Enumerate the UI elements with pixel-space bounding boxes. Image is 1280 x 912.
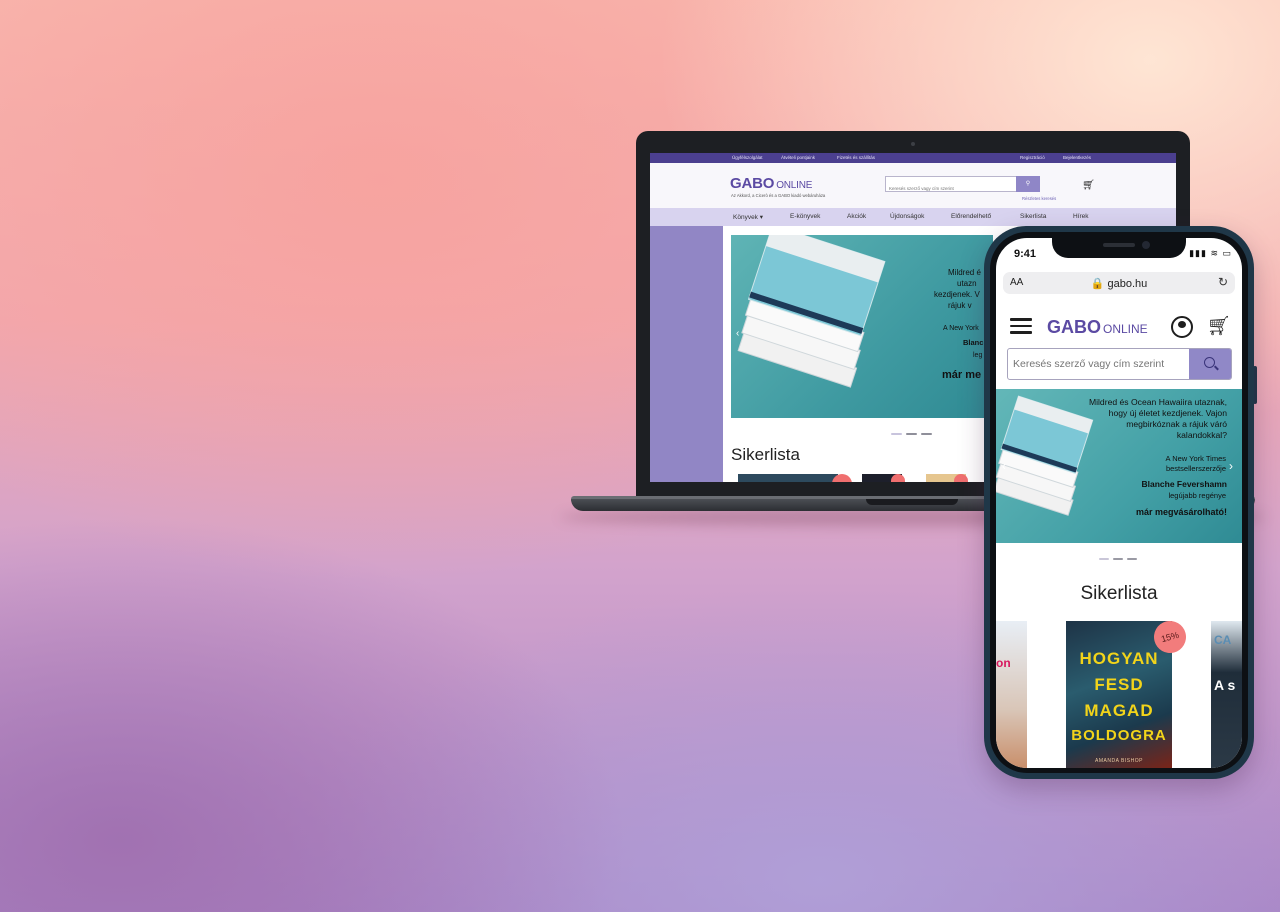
laptop-nav: Könyvek ▾ E-könyvek Akciók Újdonságok El… [650,208,1176,226]
status-time: 9:41 [1014,248,1037,260]
laptop-trackpad-notch [866,499,958,505]
banner-text: legújabb regénye [1168,491,1226,500]
reload-icon[interactable]: ↻ [1218,275,1228,289]
carousel-prev-arrow[interactable]: ‹ [1002,459,1006,473]
nav-item-sales[interactable]: Akciók [847,213,866,220]
phone-section-title: Sikerlista [1080,583,1158,604]
banner-author: Blanche Fevershamn [1141,479,1227,489]
phone-notch [1052,236,1186,258]
book-author: AMANDA BISHOP [1095,758,1143,764]
phone-camera [1142,241,1150,249]
phone-search-box [1007,348,1232,380]
topbar-link-payment-shipping[interactable]: Fizetés és szállítás [837,155,875,160]
laptop-carousel-dots[interactable] [891,422,936,440]
phone-logo[interactable]: GABO ONLINE [1047,317,1148,338]
nav-item-bestsellers[interactable]: Sikerlista [1020,213,1046,220]
banner-text: hogy új életet kezdjenek. Vajon [1108,408,1227,418]
carousel-next-arrow[interactable]: › [1229,459,1233,473]
signal-wifi-battery-icon: ▮▮▮ ≋ ▭ [1189,248,1232,258]
cart-icon[interactable]: 🛒︎ [1207,314,1231,338]
search-button[interactable] [1189,349,1231,379]
book-cover-right[interactable]: CA A s [1211,621,1242,768]
nav-item-news[interactable]: Hírek [1073,213,1089,220]
nav-item-new[interactable]: Újdonságok [890,213,924,220]
topbar-link-login[interactable]: Bejelentkezés [1063,155,1091,160]
banner-text: kalandokkal? [1176,430,1227,440]
laptop-logo[interactable]: GABO ONLINE [730,175,812,192]
url-address[interactable]: 🔒 gabo.hu [1003,277,1235,290]
banner-text: Mildred és Ocean Hawaiira utaznak, [1088,397,1227,407]
book-stack-image [996,395,1094,516]
browser-url-bar[interactable]: AA 🔒 gabo.hu ↻ [1003,272,1235,294]
phone-header: GABO ONLINE 🛒︎ [996,302,1242,388]
phone-carousel-dots[interactable] [1099,547,1141,565]
hamburger-menu-icon[interactable] [1010,318,1032,334]
laptop-header: GABO ONLINE Az Akkord, a Cicerò és a GABO… [650,163,1176,208]
laptop-search-box: ⚲ [885,176,1040,195]
phone-speaker [1103,243,1135,247]
laptop-advanced-search-link[interactable]: Részletes keresés [1022,196,1056,201]
laptop-section-title: Sikerlista [731,445,800,464]
laptop-side-panel [650,226,723,482]
banner-text: bestsellerszerzője [1165,464,1226,473]
phone-search-input[interactable] [1008,349,1193,379]
nav-item-books[interactable]: Könyvek ▾ [733,213,763,221]
nav-item-preorder[interactable]: Előrendelhető [951,213,991,220]
topbar-link-customer-service[interactable]: Ügyfélszolgálat [732,155,763,160]
topbar-link-register[interactable]: Regisztráció [1020,155,1045,160]
phone-hero-banner[interactable]: ‹ › Mildred és Ocean Hawaiira utaznak, h… [996,389,1242,543]
banner-text: megbirkóznak a rájuk váró [1126,419,1227,429]
laptop-topbar: Ügyfélszolgálat Átvételi pontjaink Fizet… [650,153,1176,163]
nav-item-ebooks[interactable]: E-könyvek [790,213,820,220]
laptop-tagline: Az Akkord, a Cicerò és a GABO kiadó webá… [731,193,826,198]
banner-cta: már megvásárolható! [1135,507,1227,517]
banner-text: A New York Times [1165,454,1226,463]
laptop-search-button[interactable]: ⚲ [1016,176,1040,192]
phone-screen: 9:41 ▮▮▮ ≋ ▭ AA 🔒 gabo.hu ↻ GABO ONLINE 🛒… [996,238,1242,768]
search-icon: ⚲ [1025,181,1031,187]
laptop-search-input[interactable] [886,182,1009,195]
laptop-camera [911,142,915,146]
carousel-prev-arrow[interactable]: ‹ [736,328,739,339]
book-cover-left[interactable]: on [996,621,1027,768]
cart-icon[interactable]: 🛒︎ [1082,180,1095,191]
topbar-link-pickup-points[interactable]: Átvételi pontjaink [781,155,815,160]
user-account-icon[interactable] [1171,316,1193,338]
